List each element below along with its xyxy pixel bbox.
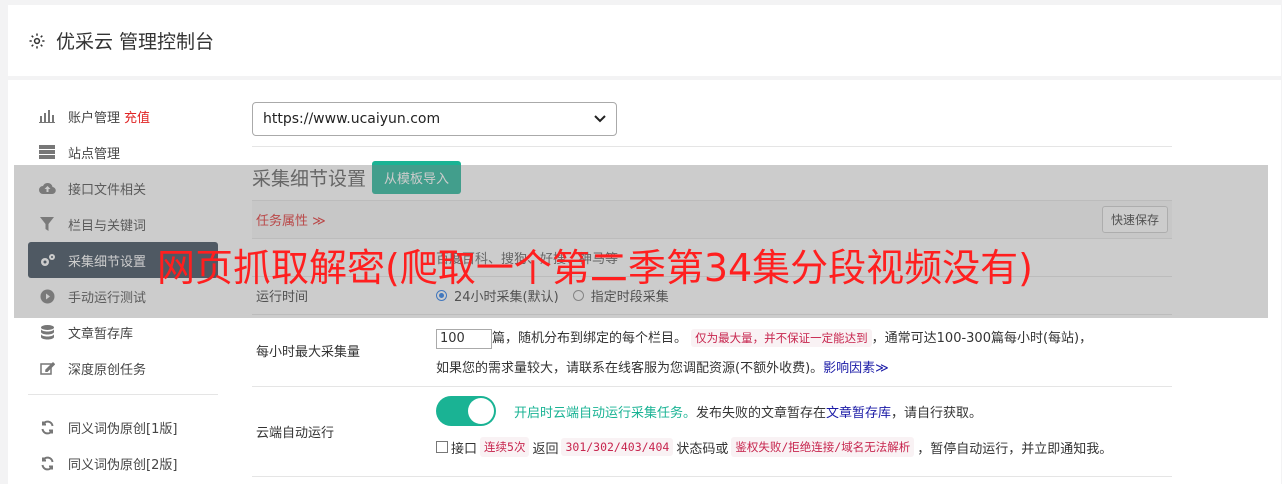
sidebar-item-label: 文章暂存库 <box>68 326 134 342</box>
app-title: 优采云 管理控制台 <box>56 31 215 53</box>
sidebar-item-account[interactable]: 账户管理 充值 <box>28 98 218 134</box>
refresh-icon <box>38 455 56 471</box>
divider <box>252 146 1172 147</box>
table-row: 云端自动运行 开启时云端自动运行采集任务。 发布失败的文章暂存在 文章暂存库 ，请自行… <box>252 387 1172 477</box>
chevron-down-icon <box>594 111 606 127</box>
gray-overlay <box>14 165 1268 318</box>
max-per-hour-input[interactable]: 100 <box>436 328 492 349</box>
sidebar-divider <box>28 394 218 395</box>
influence-factors-link[interactable]: 影响因素≫ <box>823 361 889 376</box>
pause-checkbox[interactable] <box>436 441 448 453</box>
text-end: ，暂停自动运行，并立即通知我。 <box>917 441 1113 457</box>
table-row: 每小时最大采集量 100 篇，随机分布到绑定的每个栏目。 仅为最大量，并不保证一定… <box>252 315 1172 387</box>
sidebar-item-synonym-v2[interactable]: 同义词伪原创[2版] <box>28 445 218 481</box>
auto-run-label: 云端自动运行 <box>256 426 335 441</box>
tag-status-codes: 301/302/403/404 <box>561 438 674 456</box>
sidebar-item-article-storage[interactable]: 文章暂存库 <box>28 314 218 350</box>
bar-chart-icon <box>38 108 56 124</box>
sidebar-item-label: 站点管理 <box>68 146 121 162</box>
recharge-link[interactable]: 充值 <box>124 107 150 126</box>
max-per-hour-label: 每小时最大采集量 <box>256 345 361 360</box>
auto-run-status: 开启时云端自动运行采集任务。 <box>514 405 697 421</box>
auto-run-desc-1: 发布失败的文章暂存在 <box>696 405 827 421</box>
sidebar-item-synonym-v1[interactable]: 同义词伪原创[1版] <box>28 409 218 445</box>
edit-icon <box>38 360 56 376</box>
sidebar-item-label: 同义词伪原创[2版] <box>68 457 178 473</box>
tag-5-times: 连续5次 <box>480 437 530 457</box>
auto-run-toggle[interactable] <box>436 396 496 426</box>
app-header: 优采云 管理控制台 <box>8 5 1281 76</box>
max-text-3: 如果您的需求量较大，请联系在线客服为您调配资源(不额外收费)。 <box>436 361 824 376</box>
site-select[interactable]: https://www.ucaiyun.com <box>252 102 617 136</box>
max-text-2: ，通常可达100-300篇每小时(每站)， <box>871 331 1093 346</box>
sidebar-item-label: 账户管理 <box>68 110 121 126</box>
tag-errors: 鉴权失败/拒绝连接/域名无法解析 <box>731 437 915 457</box>
article-storage-link[interactable]: 文章暂存库 <box>826 402 891 421</box>
auto-run-desc-2: ，请自行获取。 <box>891 405 983 421</box>
text-back: 返回 <box>532 441 559 457</box>
refresh-icon <box>38 419 56 435</box>
cb-label: 接口 <box>451 441 478 457</box>
sidebar-item-label: 同义词伪原创[1版] <box>68 421 178 437</box>
site-select-value: https://www.ucaiyun.com <box>263 111 441 127</box>
text-status: 状态码或 <box>676 441 729 457</box>
max-note-tag: 仅为最大量，并不保证一定能达到 <box>691 329 872 347</box>
sidebar-item-label: 深度原创任务 <box>68 362 147 378</box>
server-icon <box>38 144 56 160</box>
max-text-1: 篇，随机分布到绑定的每个栏目。 <box>492 331 688 346</box>
gear-icon <box>28 32 46 50</box>
database-icon <box>38 324 56 340</box>
watermark-title: 网页抓取解密(爬取一个第二季第34集分段视频没有) <box>157 246 1034 290</box>
sidebar-item-deep-original[interactable]: 深度原创任务 <box>28 350 218 386</box>
